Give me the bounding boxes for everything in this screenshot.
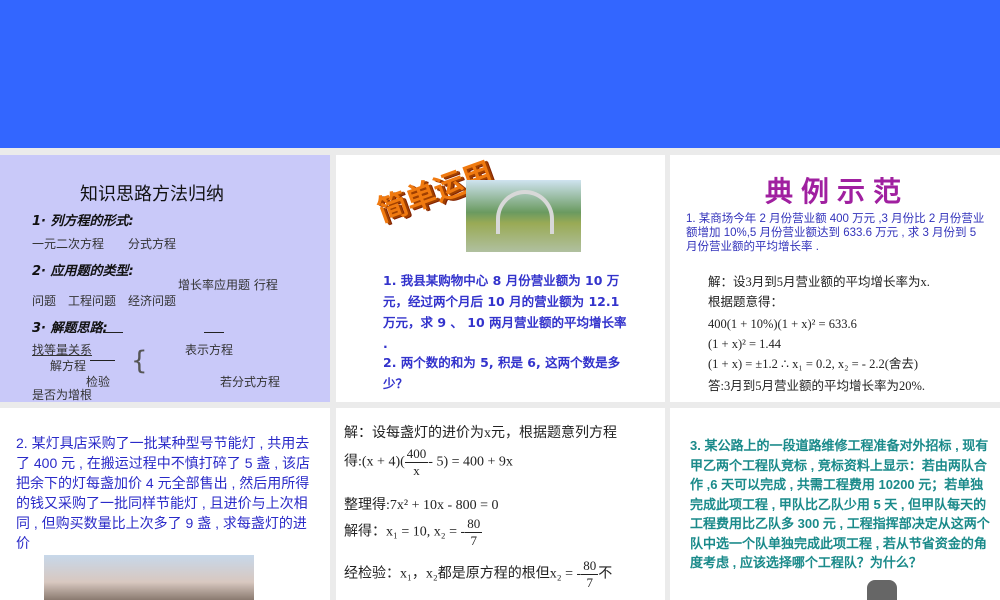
question-1: 1. 我县某购物中心 8 月份营业额为 10 万元，经过两个月后 10 月的营业… [383,273,627,351]
wordart-title: 典例示范 [765,177,910,208]
text: 解方程 [50,359,87,373]
problem-text: 3. 某公路上的一段道路维修工程准备对外招标 , 现有甲乙两个工程队竞标 , 竞… [690,438,990,570]
denominator: x [413,463,420,478]
building-image [867,580,897,600]
solution-line: (1 + x) = ±1.2 ∴ x₁ = 0.2, x₂ = - 2.2(舍去… [708,357,919,371]
slide-thumbnail-3[interactable]: 典例示范 1. 某商场今年 2 月份营业额 400 万元 ,3 月份比 2 月份… [670,155,1000,402]
text: - 5) = 400 + 9x [428,454,513,470]
solution-line: 解：设每盏灯的进价为x元，根据题意列方程 [344,426,617,441]
solution-line: (1 + x)² = 1.44 [708,337,782,351]
denominator: 7 [470,533,477,548]
solution-line: 解得：x₁ = 10, x₂ = -80 7 [344,516,483,549]
solution-line: 400(1 + 10%)(1 + x)² = 633.6 [708,317,857,331]
problem-text: 1. 某商场今年 2 月份营业额 400 万元 ,3 月份比 2 月份营业额增加… [686,213,985,253]
numerator: 80 [581,558,599,575]
numerator: 400 [404,446,429,463]
bridge-image [466,180,581,252]
heading: 3· 解题思路: [32,321,108,336]
text: 增长率应用题 行程 [178,278,278,292]
denominator: 7 [586,575,593,590]
slide-thumbnail-5[interactable]: 解：设每盏灯的进价为x元，根据题意列方程 得:(x + 4)(400 x - 5) … [336,408,665,600]
slide-thumbnail-1[interactable]: 知识思路方法归纳 1· 列方程的形式: 一元二次方程 分式方程 2· 应用题的类… [0,155,330,402]
slide-thumbnail-4[interactable]: 2. 某灯具店采购了一批某种型号节能灯 , 共用去了 400 元 , 在搬运过程… [0,408,330,600]
arrow-icon [90,360,115,361]
text: 经检验：x₁，x₂都是原方程的根但x₂ = - [344,566,582,582]
text: 得:(x + 4)( [344,454,405,470]
solution-line: 解：设3月到5月营业额的平均增长率为x. [708,275,930,289]
brace-icon: { [131,346,148,376]
slide-thumbnail-6[interactable]: 3. 某公路上的一段道路维修工程准备对外招标 , 现有甲乙两个工程队竞标 , 竞… [670,408,1000,600]
arrow-icon [204,332,224,333]
question-2: 2. 两个数的和为 5, 积是 6, 这两个数是多少？ [383,355,621,391]
problem-text: 2. 某灯具店采购了一批某种型号节能灯 , 共用去了 400 元 , 在搬运过程… [16,435,311,551]
heading: 2· 应用题的类型: [32,264,134,279]
slide-thumbnail-2[interactable]: 简单运用 1. 我县某购物中心 8 月份营业额为 10 万元，经过两个月后 10… [336,155,665,402]
top-banner [0,0,1000,148]
solution-line: 得:(x + 4)(400 x - 5) = 400 + 9x [344,446,513,479]
solution-line: 经检验：x₁，x₂都是原方程的根但x₂ = -80 7 不 [344,558,612,591]
slide-title: 知识思路方法归纳 [80,184,224,205]
numerator: 80 [465,516,483,533]
text: 不 [598,566,613,582]
text: 问题 工程问题 经济问题 [32,294,177,308]
arrow-icon [103,332,123,333]
text: 找等量关系 [32,343,93,357]
text: 是否为增根 [32,388,93,402]
text: 表示方程 [185,343,234,357]
text: 解得：x₁ = 10, x₂ = - [344,524,466,540]
solution-line: 整理得:7x² + 10x - 800 = 0 [344,498,499,513]
blossom-tree-image [44,555,254,600]
solution-line: 答:3月到5月营业额的平均增长率为20%. [708,379,926,393]
text: 若分式方程 [220,375,281,389]
solution-line: 根据题意得： [708,295,784,309]
heading: 1· 列方程的形式: [32,214,134,229]
text: 一元二次方程 分式方程 [32,237,177,251]
